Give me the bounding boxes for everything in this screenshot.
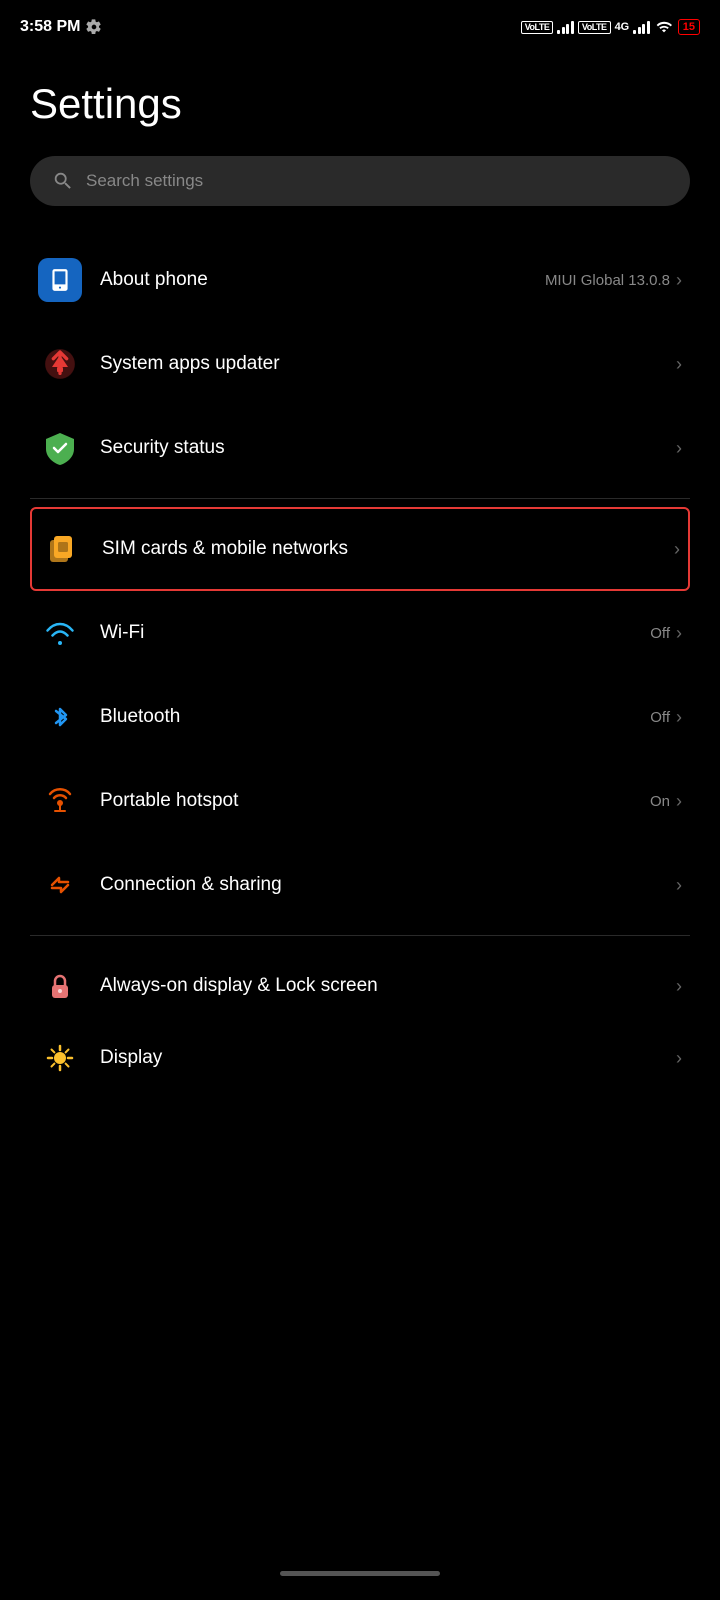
sim-cards-text: SIM cards & mobile networks <box>102 537 674 562</box>
settings-list: About phone MIUI Global 13.0.8 › <box>30 238 690 1088</box>
wifi-icon <box>38 611 82 655</box>
search-icon <box>52 170 74 192</box>
wifi-status-icon <box>654 19 674 35</box>
display-chevron: › <box>676 1048 682 1069</box>
about-phone-chevron: › <box>676 270 682 291</box>
volte-badge-1: VoLTE <box>521 21 554 34</box>
display-icon <box>38 1036 82 1080</box>
wifi-right: Off › <box>650 623 682 644</box>
security-status-text: Security status <box>100 436 676 461</box>
bluetooth-right: Off › <box>650 707 682 728</box>
divider-2 <box>30 935 690 936</box>
wifi-value: Off <box>650 625 670 642</box>
system-apps-icon <box>38 342 82 386</box>
sim-icon <box>40 527 84 571</box>
display-text: Display <box>100 1046 676 1071</box>
settings-item-system-apps-updater[interactable]: System apps updater › <box>30 322 690 406</box>
connection-sharing-label: Connection & sharing <box>100 873 676 898</box>
wifi-text: Wi-Fi <box>100 621 650 646</box>
bluetooth-label: Bluetooth <box>100 705 650 730</box>
always-on-display-right: › <box>676 976 682 997</box>
system-apps-chevron: › <box>676 354 682 375</box>
connection-icon <box>38 863 82 907</box>
bluetooth-chevron: › <box>676 707 682 728</box>
connection-sharing-text: Connection & sharing <box>100 873 676 898</box>
connection-sharing-chevron: › <box>676 875 682 896</box>
gear-icon <box>86 19 102 35</box>
status-bar: 3:58 PM VoLTE VoLTE 4G 15 <box>0 0 720 50</box>
hotspot-text: Portable hotspot <box>100 789 650 814</box>
sim-cards-right: › <box>674 539 680 560</box>
about-phone-right: MIUI Global 13.0.8 › <box>545 270 682 291</box>
sim-cards-chevron: › <box>674 539 680 560</box>
signal-bars-2 <box>633 20 650 34</box>
settings-item-sim-cards[interactable]: SIM cards & mobile networks › <box>30 507 690 591</box>
always-on-display-text: Always-on display & Lock screen <box>100 974 676 999</box>
main-content: Settings Search settings About phone MIU… <box>0 50 720 1088</box>
volte-badge-2: VoLTE <box>578 21 611 34</box>
status-time: 3:58 PM <box>20 18 102 36</box>
wifi-chevron: › <box>676 623 682 644</box>
settings-item-about-phone[interactable]: About phone MIUI Global 13.0.8 › <box>30 238 690 322</box>
connection-sharing-right: › <box>676 875 682 896</box>
system-apps-text: System apps updater <box>100 352 676 377</box>
status-icons: VoLTE VoLTE 4G 15 <box>521 19 700 35</box>
settings-item-bluetooth[interactable]: Bluetooth Off › <box>30 675 690 759</box>
hotspot-right: On › <box>650 791 682 812</box>
display-label: Display <box>100 1046 676 1071</box>
sim-cards-label: SIM cards & mobile networks <box>102 537 674 562</box>
system-apps-label: System apps updater <box>100 352 676 377</box>
system-apps-right: › <box>676 354 682 375</box>
bluetooth-text: Bluetooth <box>100 705 650 730</box>
always-on-display-chevron: › <box>676 976 682 997</box>
security-icon <box>38 426 82 470</box>
hotspot-icon <box>38 779 82 823</box>
about-phone-text: About phone <box>100 268 545 293</box>
search-placeholder: Search settings <box>86 171 203 191</box>
hotspot-value: On <box>650 793 670 810</box>
bottom-nav-bar <box>0 1555 720 1600</box>
about-phone-icon <box>38 258 82 302</box>
settings-item-always-on-display[interactable]: Always-on display & Lock screen › <box>30 944 690 1028</box>
hotspot-label: Portable hotspot <box>100 789 650 814</box>
settings-item-wifi[interactable]: Wi-Fi Off › <box>30 591 690 675</box>
settings-item-connection-sharing[interactable]: Connection & sharing › <box>30 843 690 927</box>
always-on-display-label: Always-on display & Lock screen <box>100 974 676 999</box>
bluetooth-value: Off <box>650 709 670 726</box>
settings-item-hotspot[interactable]: Portable hotspot On › <box>30 759 690 843</box>
about-phone-value: MIUI Global 13.0.8 <box>545 272 670 289</box>
security-status-chevron: › <box>676 438 682 459</box>
bottom-nav-pill[interactable] <box>280 1571 440 1576</box>
signal-bars-1 <box>557 20 574 34</box>
battery-indicator: 15 <box>678 19 700 35</box>
display-right: › <box>676 1048 682 1069</box>
security-status-label: Security status <box>100 436 676 461</box>
page-title: Settings <box>30 80 690 128</box>
about-phone-label: About phone <box>100 268 545 293</box>
wifi-label: Wi-Fi <box>100 621 650 646</box>
settings-item-security-status[interactable]: Security status › <box>30 406 690 490</box>
network-type: 4G <box>615 21 630 33</box>
bluetooth-icon <box>38 695 82 739</box>
divider-1 <box>30 498 690 499</box>
security-status-right: › <box>676 438 682 459</box>
search-bar[interactable]: Search settings <box>30 156 690 206</box>
settings-item-display[interactable]: Display › <box>30 1028 690 1088</box>
hotspot-chevron: › <box>676 791 682 812</box>
lock-icon <box>38 964 82 1008</box>
